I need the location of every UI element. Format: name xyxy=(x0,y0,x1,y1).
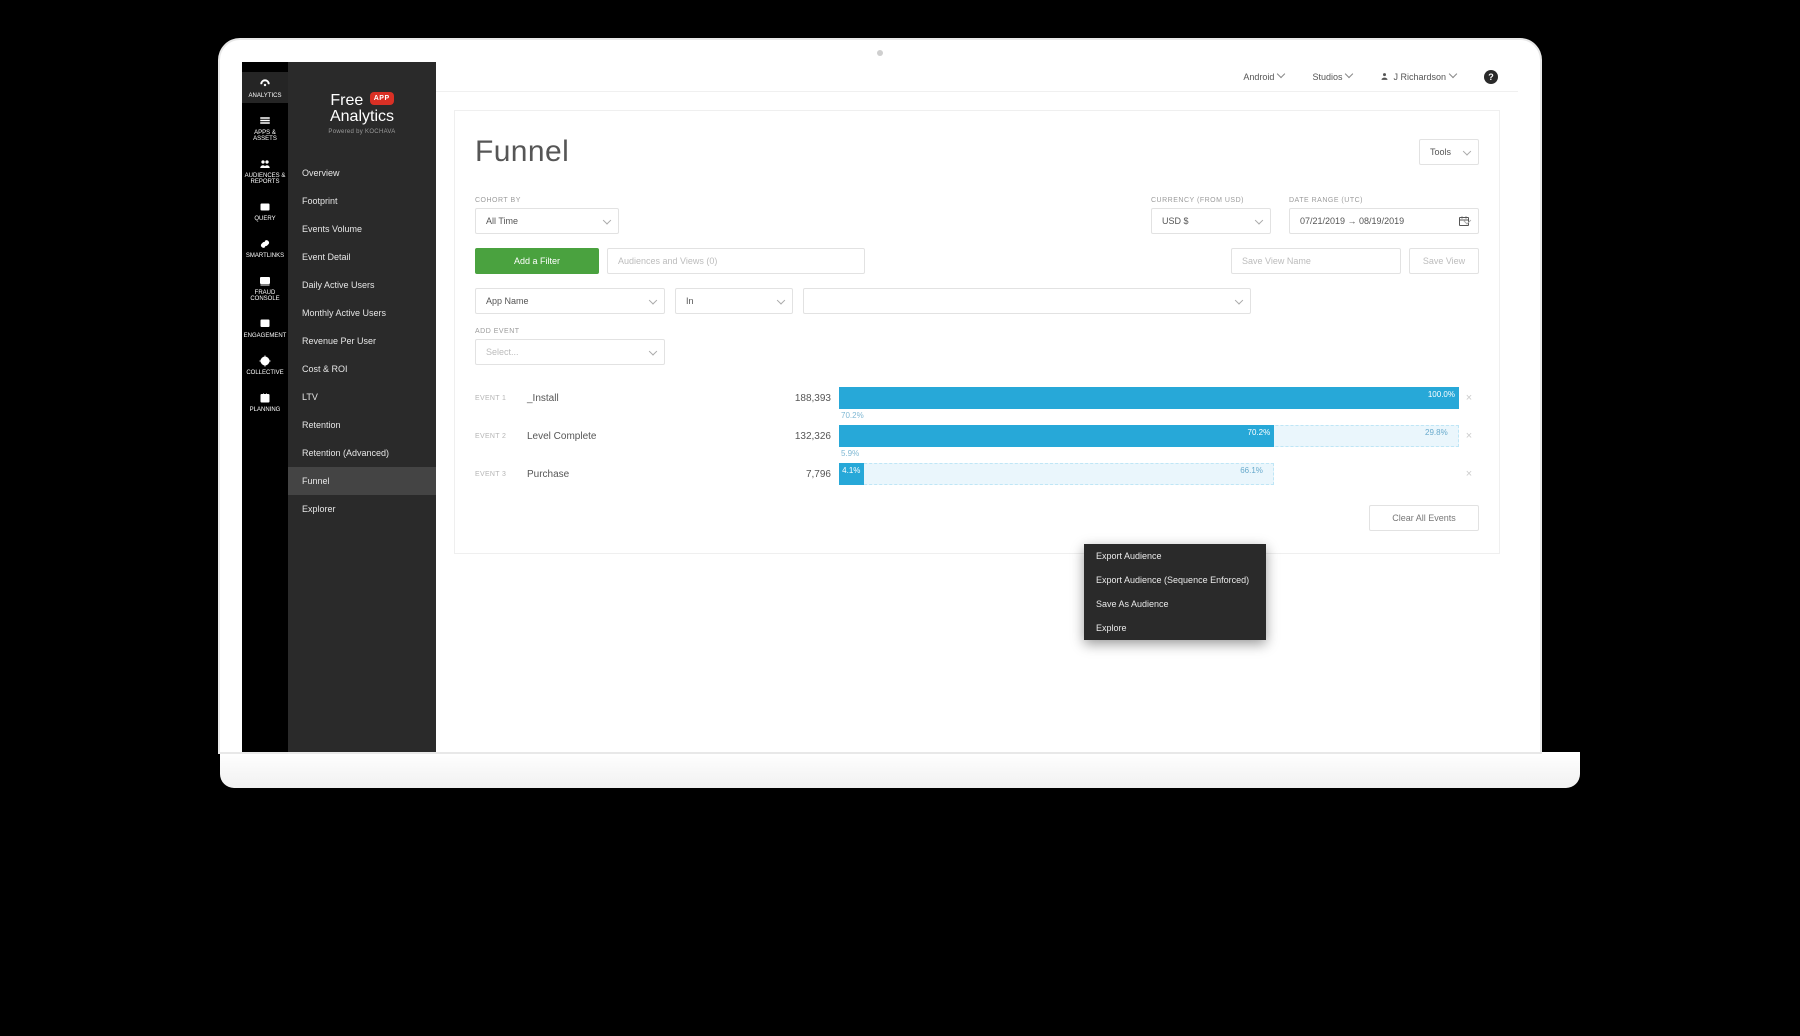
funnel-dropoff-label: 5.9% xyxy=(839,449,1479,463)
sidebar-item-explorer[interactable]: Explorer xyxy=(288,495,436,523)
rail-item-audiences-reports[interactable]: AUDIENCES & REPORTS xyxy=(242,152,288,189)
add-filter-button[interactable]: Add a Filter xyxy=(475,248,599,274)
currency-label: CURRENCY (FROM USD) xyxy=(1151,197,1271,204)
event-name: Purchase xyxy=(527,469,777,480)
rail-item-apps-assets[interactable]: APPS & ASSETS xyxy=(242,109,288,146)
sidebar-item-retention-advanced-[interactable]: Retention (Advanced) xyxy=(288,439,436,467)
platform-label: Android xyxy=(1243,72,1274,82)
context-menu-item-export-audience[interactable]: Export Audience xyxy=(1084,544,1266,568)
workspace-selector[interactable]: Studios xyxy=(1312,72,1354,82)
funnel-row[interactable]: EVENT 1_Install188,393100.0%× xyxy=(475,387,1479,409)
save-view-button[interactable]: Save View xyxy=(1409,248,1479,274)
funnel-dropoff-label: 70.2% xyxy=(839,411,1479,425)
content-panel: Funnel Tools COHORT BY All Time CURRENCY… xyxy=(454,110,1500,554)
rail-item-fraud-console[interactable]: FRAUD CONSOLE xyxy=(242,269,288,306)
cohort-by-label: COHORT BY xyxy=(475,197,619,204)
sidebar-nav: OverviewFootprintEvents VolumeEvent Deta… xyxy=(288,159,436,523)
sidebar-item-overview[interactable]: Overview xyxy=(288,159,436,187)
calendar-icon xyxy=(1458,215,1470,227)
tools-dropdown[interactable]: Tools xyxy=(1419,139,1479,165)
rail-item-collective[interactable]: COLLECTIVE xyxy=(242,349,288,380)
rail-item-analytics[interactable]: ANALYTICS xyxy=(242,72,288,103)
brand-word-analytics: Analytics xyxy=(288,108,436,126)
rail-item-smartlinks[interactable]: SMARTLINKS xyxy=(242,232,288,263)
filter-operator-select[interactable]: In xyxy=(675,288,793,314)
page-title: Funnel xyxy=(475,135,569,169)
add-event-select[interactable]: Select... xyxy=(475,339,665,365)
remove-event-button[interactable]: × xyxy=(1459,430,1479,442)
context-menu-item-explore[interactable]: Explore xyxy=(1084,616,1266,640)
currency-select[interactable]: USD $ xyxy=(1151,208,1271,234)
remove-event-button[interactable]: × xyxy=(1459,392,1479,404)
remove-event-button[interactable]: × xyxy=(1459,468,1479,480)
filter-dimension-select[interactable]: App Name xyxy=(475,288,665,314)
sidebar-item-events-volume[interactable]: Events Volume xyxy=(288,215,436,243)
clear-all-events-button[interactable]: Clear All Events xyxy=(1369,505,1479,531)
context-menu-item-save-as-audience[interactable]: Save As Audience xyxy=(1084,592,1266,616)
date-range-label: DATE RANGE (UTC) xyxy=(1289,197,1479,204)
context-menu-item-export-audience-sequence-enforced-[interactable]: Export Audience (Sequence Enforced) xyxy=(1084,568,1266,592)
sidebar: Free APP Analytics Powered by KOCHAVA Ov… xyxy=(288,62,436,752)
cohort-by-select[interactable]: All Time xyxy=(475,208,619,234)
date-range-picker[interactable]: 07/21/2019 → 08/19/2019 xyxy=(1289,208,1479,234)
save-view-name-input[interactable]: Save View Name xyxy=(1231,248,1401,274)
sidebar-item-daily-active-users[interactable]: Daily Active Users xyxy=(288,271,436,299)
chevron-down-icon xyxy=(1450,73,1458,81)
event-count: 7,796 xyxy=(777,469,839,480)
app-shell: ANALYTICS APPS & ASSETS AUDIENCES & REPORT… xyxy=(242,62,1518,752)
brand-logo: Free APP Analytics Powered by KOCHAVA xyxy=(288,92,436,159)
sidebar-item-monthly-active-users[interactable]: Monthly Active Users xyxy=(288,299,436,327)
funnel-bar: 100.0% xyxy=(839,387,1459,409)
funnel-row[interactable]: EVENT 3Purchase7,7964.1%66.1%× xyxy=(475,463,1479,485)
person-icon xyxy=(1380,72,1389,81)
event-name: Level Complete xyxy=(527,431,777,442)
brand-powered-by: Powered by KOCHAVA xyxy=(288,129,436,135)
user-menu[interactable]: J Richardson xyxy=(1380,72,1458,82)
main-area: Android Studios J Richardson ? Funnel To… xyxy=(436,62,1518,752)
brand-badge-app: APP xyxy=(370,92,394,105)
user-name: J Richardson xyxy=(1393,72,1446,82)
audiences-views-input[interactable]: Audiences and Views (0) xyxy=(607,248,865,274)
event-index: EVENT 1 xyxy=(475,395,527,402)
funnel-row[interactable]: EVENT 2Level Complete132,32670.2%29.8%× xyxy=(475,425,1479,447)
sidebar-item-event-detail[interactable]: Event Detail xyxy=(288,243,436,271)
event-count: 132,326 xyxy=(777,431,839,442)
funnel-context-menu: Export AudienceExport Audience (Sequence… xyxy=(1084,544,1266,640)
sidebar-item-funnel[interactable]: Funnel xyxy=(288,467,436,495)
sidebar-item-cost-roi[interactable]: Cost & ROI xyxy=(288,355,436,383)
event-name: _Install xyxy=(527,393,777,404)
icon-rail: ANALYTICS APPS & ASSETS AUDIENCES & REPORT… xyxy=(242,62,288,752)
event-count: 188,393 xyxy=(777,393,839,404)
add-event-label: ADD EVENT xyxy=(475,328,1479,335)
sidebar-item-ltv[interactable]: LTV xyxy=(288,383,436,411)
workspace-label: Studios xyxy=(1312,72,1342,82)
event-index: EVENT 3 xyxy=(475,471,527,478)
chevron-down-icon xyxy=(1346,73,1354,81)
filter-value-select[interactable] xyxy=(803,288,1251,314)
event-index: EVENT 2 xyxy=(475,433,527,440)
funnel-bar: 70.2%29.8% xyxy=(839,425,1459,447)
sidebar-item-retention[interactable]: Retention xyxy=(288,411,436,439)
rail-item-planning[interactable]: PLANNING xyxy=(242,386,288,417)
help-icon[interactable]: ? xyxy=(1484,70,1498,84)
rail-item-engagement[interactable]: ENGAGEMENT xyxy=(242,312,288,343)
platform-selector[interactable]: Android xyxy=(1243,72,1286,82)
funnel-bar: 4.1%66.1% xyxy=(839,463,1459,485)
rail-item-query[interactable]: QUERY xyxy=(242,195,288,226)
sidebar-item-revenue-per-user[interactable]: Revenue Per User xyxy=(288,327,436,355)
chevron-down-icon xyxy=(1278,73,1286,81)
sidebar-item-footprint[interactable]: Footprint xyxy=(288,187,436,215)
funnel-chart: EVENT 1_Install188,393100.0%×70.2%EVENT … xyxy=(475,387,1479,485)
topbar: Android Studios J Richardson ? xyxy=(436,62,1518,92)
